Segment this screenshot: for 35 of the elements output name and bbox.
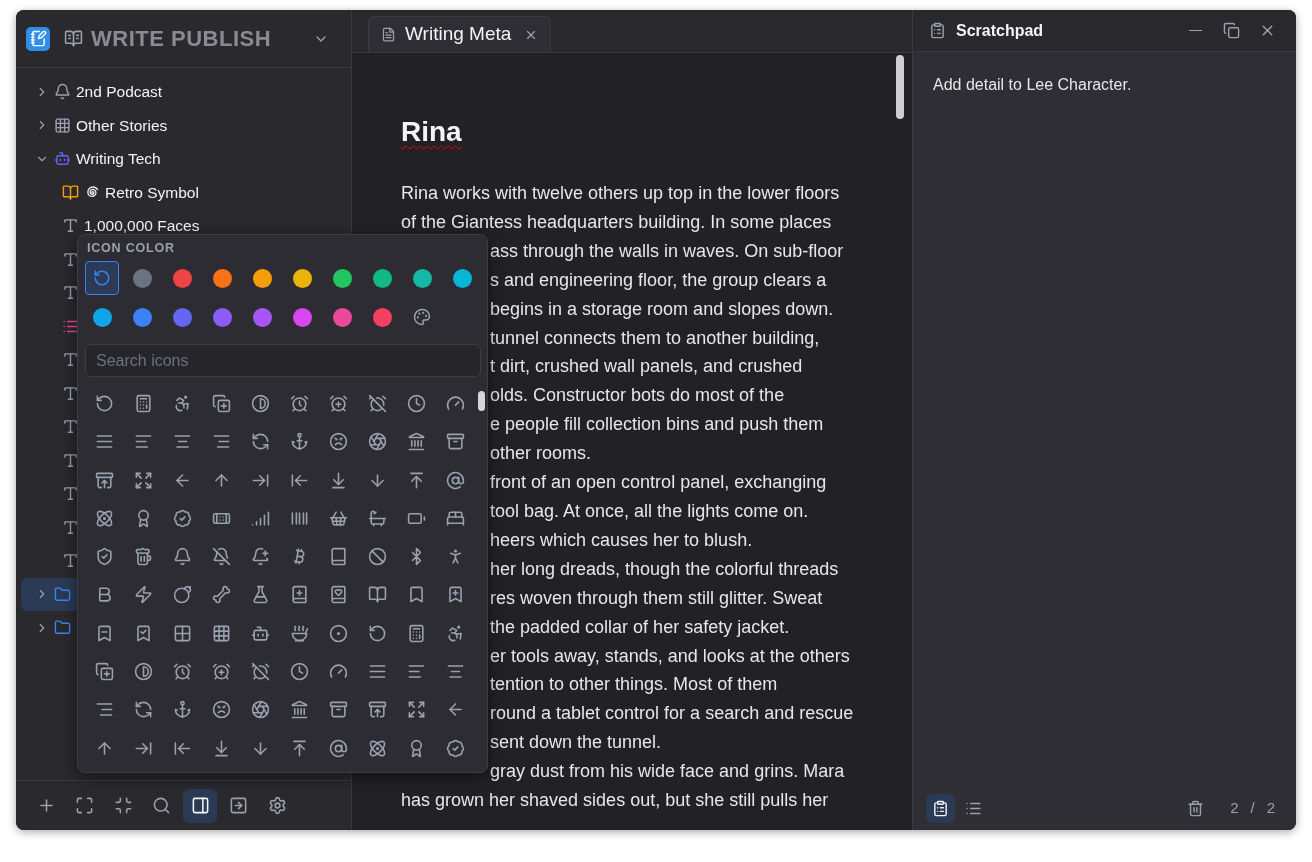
page-total: 2 (1266, 797, 1275, 818)
section-label: ICON COLOR (86, 240, 176, 257)
note-text: Add detail to Lee Character. (933, 75, 1133, 95)
item-label: Other Stories (76, 115, 168, 136)
item-label: 2nd Podcast (76, 82, 163, 103)
text-line: of the Giantess headquarters building. In some places (401, 210, 832, 234)
text-line: sent down the tunnel. (490, 731, 662, 755)
item-label: 1,000,000 Faces (84, 216, 200, 237)
text-line: e people fill collection bins and push them (490, 413, 824, 437)
text-line: the padded collar of her safety jacket. (490, 615, 790, 639)
text-line: tention to other things. Most of them (490, 673, 778, 697)
text-line: heers which causes her to blush. (490, 528, 753, 552)
text-line: front of an open control panel, exchanging (490, 471, 827, 495)
text-line: has grown her shaved sides out, but she still pulls her (401, 789, 829, 813)
item-label: Writing Tech (76, 149, 161, 170)
text-line: Rina works with twelve others up top in the lower floors (401, 182, 840, 205)
item-label: Retro Symbol (105, 182, 199, 203)
text-line: her long dreads, though the colorful threads (490, 557, 839, 581)
page-number: 2 (1230, 797, 1239, 818)
text-line: gray dust from his wide face and grins. Mara (490, 760, 845, 784)
text-line: s and engineering floor, the group clears a (490, 268, 827, 292)
text-line: begins in a storage room and slopes down. (490, 297, 834, 321)
text-line: other rooms. (490, 442, 592, 466)
text-line: tool bag. At once, all the lights come on. (490, 499, 809, 523)
text-line: res woven through them still glitter. Sweat (490, 586, 823, 610)
text-line: olds. Constructor bots do most of the (490, 384, 785, 408)
page-separator: / (1250, 797, 1255, 818)
document-heading: Rina (401, 115, 462, 149)
text-line: er tools away, stands, and looks at the others (490, 644, 850, 668)
text-line: ass through the walls in waves. On sub-floor (490, 239, 844, 263)
text-line: tunnel connects them to another building, (490, 326, 820, 350)
text-line: t dirt, crushed wall panels, and crushed (490, 355, 803, 379)
text-line: round a tablet control for a search and rescue (490, 702, 854, 726)
panel-title: Scratchpad (956, 20, 1044, 41)
app-title: WRITE PUBLISH (91, 25, 272, 53)
